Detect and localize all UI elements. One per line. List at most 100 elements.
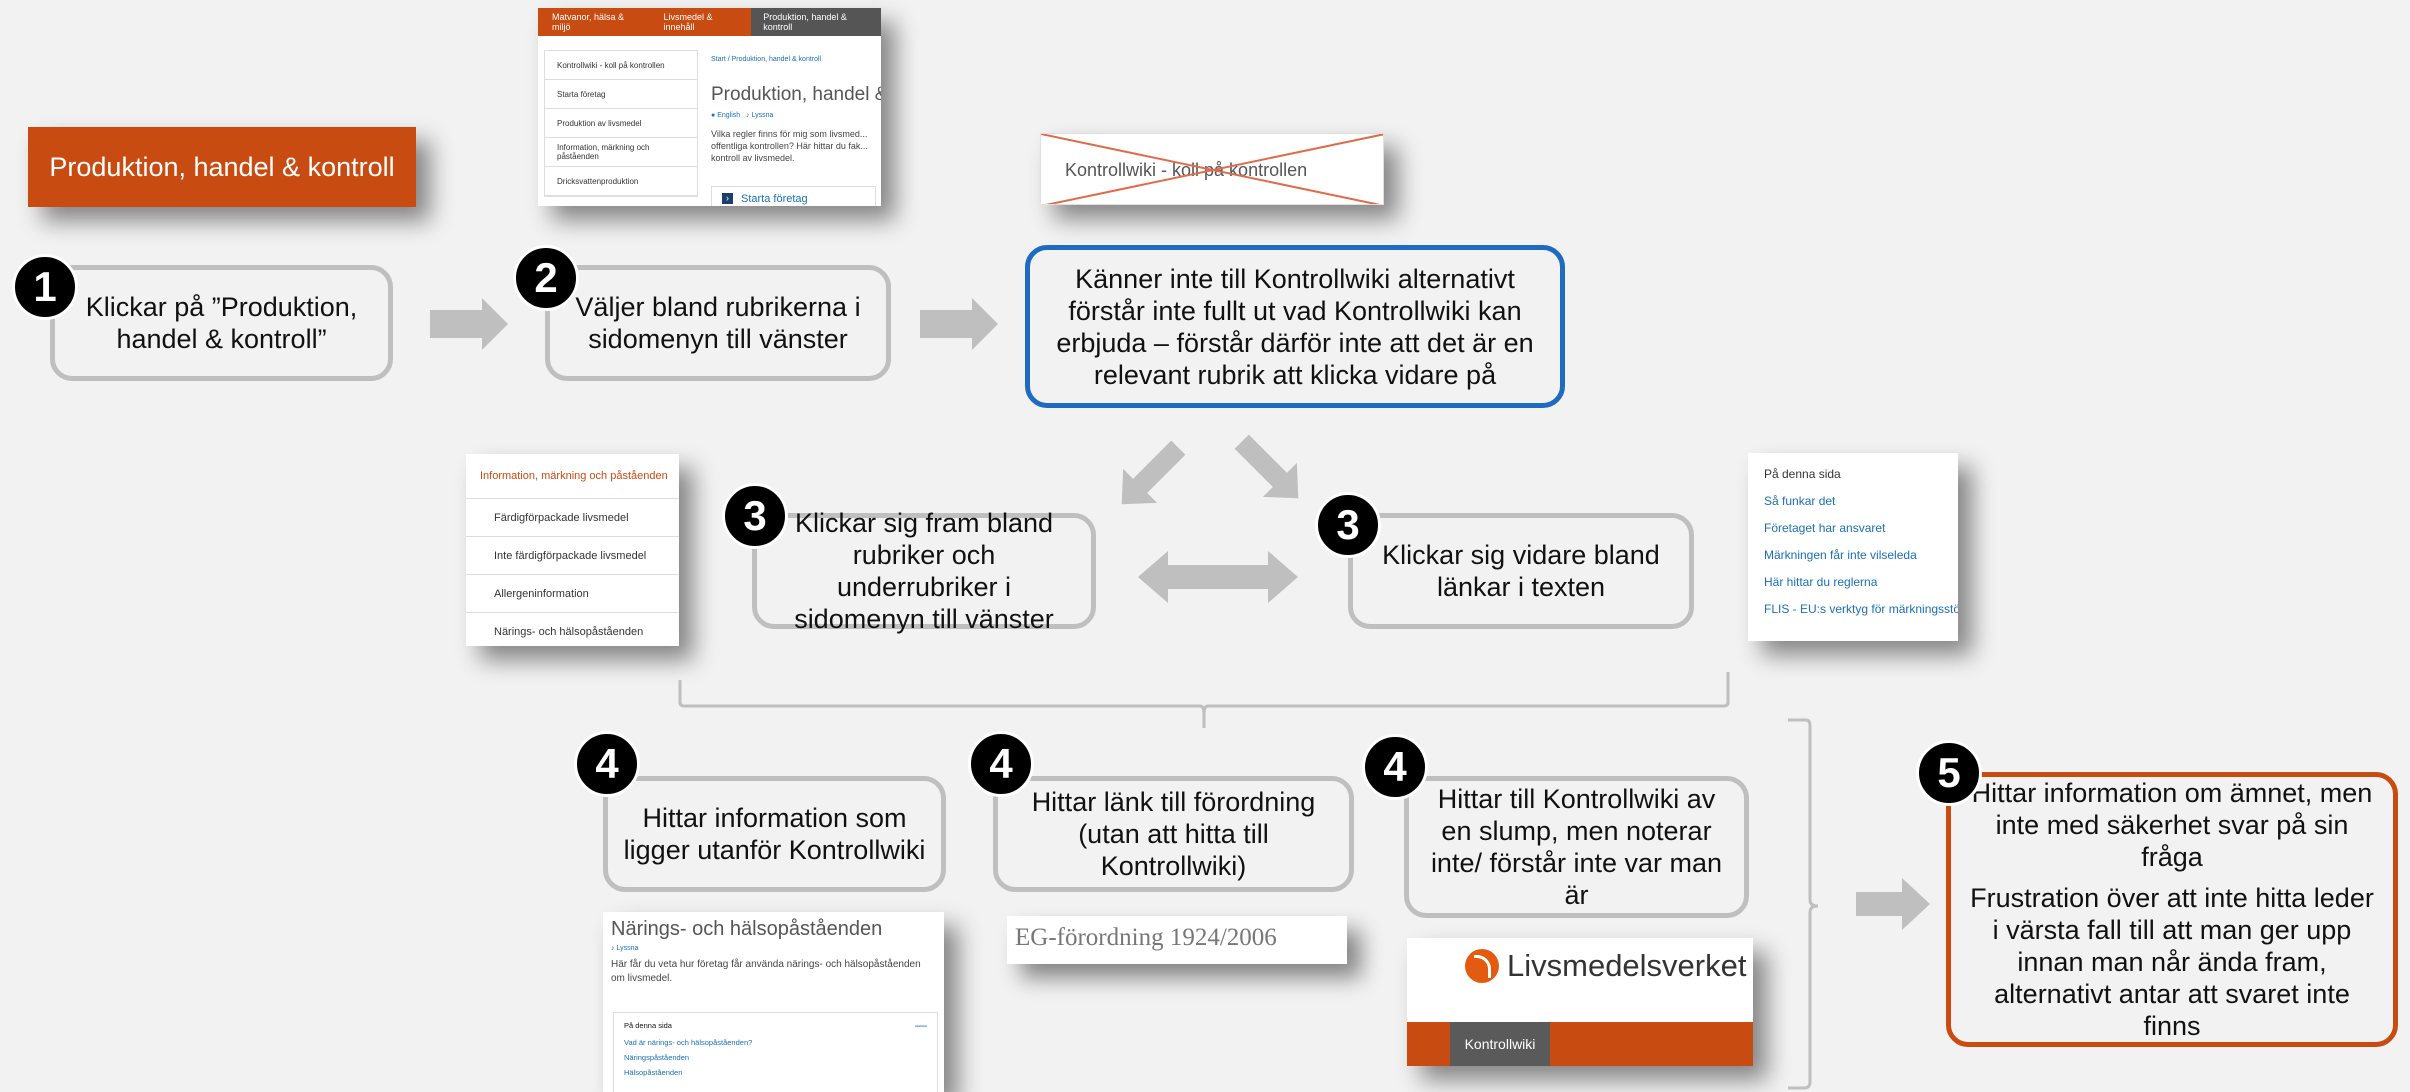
submenu-item[interactable]: Närings- och hälsopåståenden — [466, 613, 679, 646]
page-link[interactable]: Företaget har ansvaret — [1764, 521, 1958, 548]
nav-item[interactable]: Matvanor, hälsa & miljö — [538, 8, 651, 36]
chevron-right-icon: › — [722, 193, 733, 204]
arrow-down-left-icon — [1121, 440, 1186, 505]
lv-brand: Livsmedelsverket — [1507, 948, 1747, 983]
step-4c-num: 4 — [1383, 743, 1407, 790]
step-4a-badge: 4 — [574, 731, 640, 797]
step-4c-box: Hittar till Kontrollwiki av en slump, me… — [1404, 776, 1749, 918]
step-1-num: 1 — [33, 263, 57, 310]
narings-lyssna-label: Lyssna — [616, 945, 639, 952]
step-3a-text: Klickar sig fram bland rubriker och unde… — [794, 508, 1054, 634]
step-3b-text: Klickar sig vidare bland länkar i texten — [1382, 540, 1660, 602]
double-arrow-icon — [1138, 551, 1298, 603]
sidemenu-item[interactable]: Kontrollwiki - koll på kontrollen — [545, 51, 697, 80]
step-5-badge: 5 — [1916, 740, 1982, 806]
step-5-box: Hittar information om ämnet, men inte me… — [1946, 772, 2398, 1047]
step-1-box: Klickar på ”Produktion, handel & kontrol… — [50, 265, 393, 381]
step-2-text: Väljer bland rubrikerna i sidomenyn till… — [575, 292, 861, 354]
step-4a-text: Hittar information som ligger utanför Ko… — [623, 803, 926, 865]
step-3a-badge: 3 — [722, 483, 788, 549]
breadcrumb[interactable]: Start / Produktion, handel & kontroll — [711, 56, 821, 63]
submenu-item[interactable]: Färdigförpackade livsmedel — [466, 499, 679, 537]
nav-item[interactable]: Livsmedel & innehåll — [651, 8, 751, 36]
step-3a-box: Klickar sig fram bland rubriker och unde… — [752, 508, 1096, 634]
step-5-text-1: Hittar information om ämnet, men inte me… — [1971, 778, 2373, 872]
step-4c-text: Hittar till Kontrollwiki av en slump, me… — [1430, 784, 1723, 910]
step-5-text-2: Frustration över att inte hitta leder i … — [1970, 883, 2374, 1041]
page-link[interactable]: Här hittar du reglerna — [1764, 575, 1958, 602]
step-4b-box: Hittar länk till förordning (utan att hi… — [993, 776, 1354, 892]
step-4a-box: Hittar information som ligger utanför Ko… — [603, 776, 946, 892]
step-2-num: 2 — [534, 254, 558, 301]
narings-screenshot: Närings- och hälsopåståenden ♪ Lyssna Hä… — [603, 912, 944, 1092]
eg-screenshot: EG-förordning 1924/2006 — [1007, 916, 1347, 964]
nav-item-active[interactable]: Produktion, handel & kontroll — [751, 8, 881, 36]
speaker-icon: ♪ — [611, 945, 615, 952]
arrow-down-right-icon — [1234, 434, 1299, 499]
arrow-right-icon — [1856, 878, 1930, 930]
step-3a-num: 3 — [743, 492, 767, 539]
insight-text: Känner inte till Kontrollwiki alternativ… — [1056, 263, 1534, 390]
left-submenu-screenshot: Information, märkning och påståenden Fär… — [466, 454, 679, 646]
submenu-title[interactable]: Information, märkning och påståenden — [466, 454, 679, 499]
sidemenu-item[interactable]: Starta företag — [545, 80, 697, 109]
step-2-badge: 2 — [513, 245, 579, 311]
orange-menu-button[interactable]: Produktion, handel & kontroll — [28, 127, 416, 207]
narings-toc: På denna sida — Vad är närings- och häls… — [613, 1012, 938, 1092]
globe-icon: ● — [711, 112, 716, 119]
lang-row: ● English ♪ Lyssna — [711, 112, 773, 119]
brace-right — [1788, 718, 1819, 1090]
sidemenu-item[interactable]: Produktion av livsmedel — [545, 109, 697, 138]
arrow-right-icon — [920, 298, 998, 350]
toc-link[interactable]: Vad är närings- och hälsopåståenden? — [624, 1038, 927, 1047]
lv-orange-bar: Kontrollwiki — [1407, 1022, 1753, 1066]
toc-header: På denna sida — — [624, 1019, 927, 1031]
step-2-box: Väljer bland rubrikerna i sidomenyn till… — [545, 265, 891, 381]
livsmedelsverket-screenshot: Livsmedelsverket Kontrollwiki — [1407, 938, 1753, 1066]
page-link[interactable]: Så funkar det — [1764, 494, 1958, 521]
step-3b-num: 3 — [1336, 501, 1360, 548]
step-4b-badge: 4 — [968, 731, 1034, 797]
brace — [678, 672, 1730, 715]
orange-menu-button-label: Produktion, handel & kontroll — [49, 151, 395, 182]
livsmedelsverket-logo-icon — [1465, 949, 1499, 983]
step-3b-box: Klickar sig vidare bland länkar i texten — [1348, 513, 1694, 629]
step-4c-badge: 4 — [1362, 734, 1428, 800]
step-4b-text: Hittar länk till förordning (utan att hi… — [1031, 787, 1316, 881]
lv-logo-row: Livsmedelsverket — [1465, 948, 1746, 984]
toc-link[interactable]: Näringspåståenden — [624, 1053, 927, 1062]
narings-lyssna[interactable]: ♪ Lyssna — [611, 945, 936, 952]
step-4b-num: 4 — [989, 740, 1013, 787]
step-1-badge: 1 — [12, 254, 78, 320]
lyssna-link[interactable]: Lyssna — [751, 112, 773, 119]
top-screenshot: Matvanor, hälsa & miljö Livsmedel & inne… — [538, 8, 881, 206]
sidemenu-item[interactable]: Dricksvattenproduktion — [545, 167, 697, 196]
step-5-num: 5 — [1937, 749, 1961, 796]
cross-out-lines — [1041, 134, 1383, 204]
insight-box: Känner inte till Kontrollwiki alternativ… — [1025, 245, 1565, 408]
intro-text: Vilka regler finns för mig som livsmed..… — [711, 129, 868, 163]
arrow-right-icon — [430, 298, 508, 350]
english-link[interactable]: English — [717, 112, 740, 119]
page-link[interactable]: FLIS - EU:s verktyg för märkningsstöd — [1764, 602, 1958, 629]
narings-heading: Närings- och hälsopåståenden — [611, 918, 883, 940]
starta-link[interactable]: › Starta företag — [711, 186, 876, 206]
top-sidemenu: Kontrollwiki - koll på kontrollen Starta… — [544, 50, 698, 197]
toc-title: På denna sida — [624, 1021, 672, 1030]
page-title: Produktion, handel & — [711, 84, 881, 105]
sidemenu-item[interactable]: Information, märkning och påståenden — [545, 138, 697, 167]
collapse-icon[interactable]: — — [915, 1019, 927, 1031]
submenu-item[interactable]: Inte färdigförpackade livsmedel — [466, 537, 679, 575]
toc-link[interactable]: Hälsopåståenden — [624, 1068, 927, 1077]
narings-body: Här får du veta hur företag får använda … — [611, 959, 921, 984]
speaker-icon: ♪ — [746, 112, 750, 119]
page-link[interactable]: Märkningen får inte vilseleda — [1764, 548, 1958, 575]
step-4a-num: 4 — [595, 740, 619, 787]
step-1-text: Klickar på ”Produktion, handel & kontrol… — [85, 292, 358, 354]
top-nav: Matvanor, hälsa & miljö Livsmedel & inne… — [538, 8, 881, 36]
crossed-out-tab: Kontrollwiki - koll på kontrollen — [1040, 133, 1384, 205]
kontrollwiki-tab[interactable]: Kontrollwiki — [1450, 1022, 1550, 1066]
step-3b-badge: 3 — [1315, 492, 1381, 558]
starta-link-label: Starta företag — [741, 193, 808, 205]
submenu-item[interactable]: Allergeninformation — [466, 575, 679, 613]
